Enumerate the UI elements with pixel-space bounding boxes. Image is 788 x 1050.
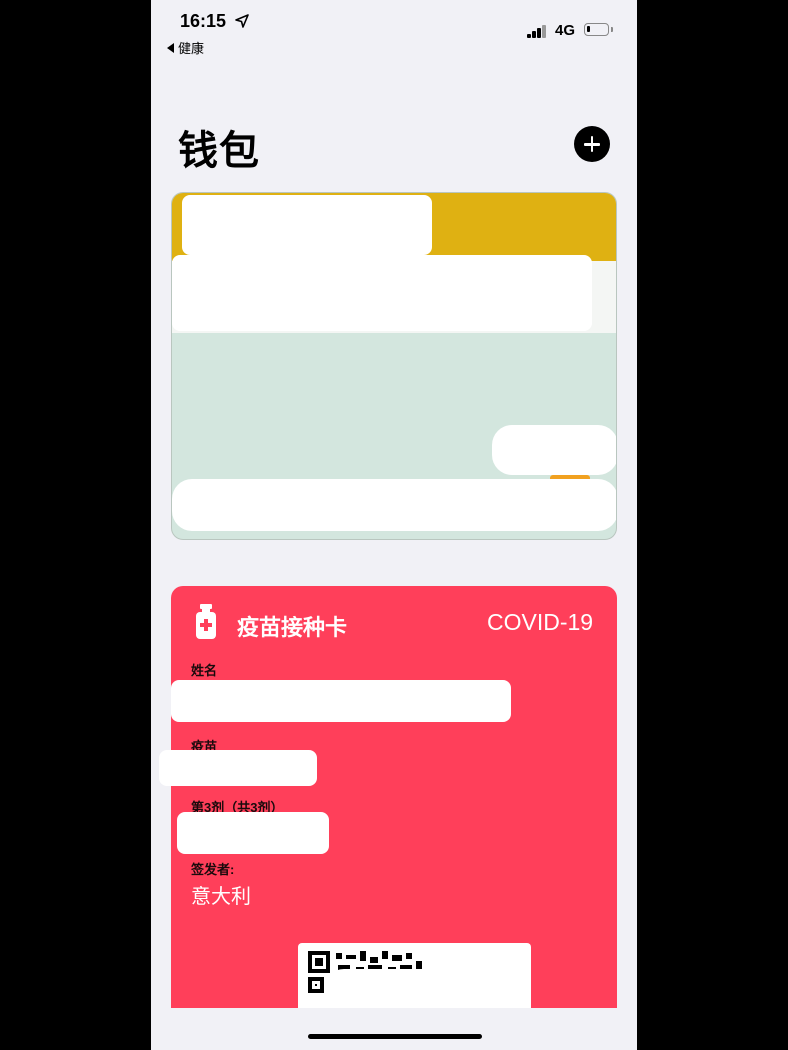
page-title: 钱包: [178, 129, 260, 173]
network-type: 4G: [555, 22, 576, 39]
back-to-app-link[interactable]: 健康: [167, 38, 204, 57]
battery-icon: [584, 23, 609, 36]
redaction-mark: [172, 479, 616, 531]
redaction-mark: [172, 255, 592, 331]
battery-tip: [611, 27, 613, 32]
vaccination-card[interactable]: 疫苗接种卡 COVID-19 姓名 疫苗 第3剂（共3剂） 签发者: 意大利: [159, 586, 617, 1050]
wallet-screen: 16:15 健康 4G 钱包 ) 疫苗接种卡 COVID-19: [151, 0, 637, 1050]
status-time: 16:15: [180, 11, 227, 31]
redaction-mark: [182, 195, 432, 255]
back-arrow-icon: [167, 43, 174, 53]
issuer-label: 签发者:: [191, 862, 235, 877]
add-card-button[interactable]: [574, 126, 610, 162]
issuer-value: 意大利: [191, 886, 251, 908]
redaction-mark: [171, 680, 511, 722]
location-arrow-icon: [235, 14, 249, 28]
back-app-label: 健康: [178, 41, 205, 56]
redaction-mark: [159, 750, 317, 786]
home-bar-area: [151, 1008, 637, 1050]
card-type: COVID-19: [487, 609, 594, 635]
cellular-signal-icon: [527, 24, 547, 38]
name-label: 姓名: [191, 663, 218, 678]
redaction-mark: [492, 425, 616, 475]
vaccine-vial-icon: [196, 604, 216, 639]
card-title: 疫苗接种卡: [237, 615, 348, 640]
payment-card[interactable]: ): [171, 192, 617, 540]
home-indicator[interactable]: [308, 1034, 482, 1039]
redaction-mark: [177, 812, 329, 854]
